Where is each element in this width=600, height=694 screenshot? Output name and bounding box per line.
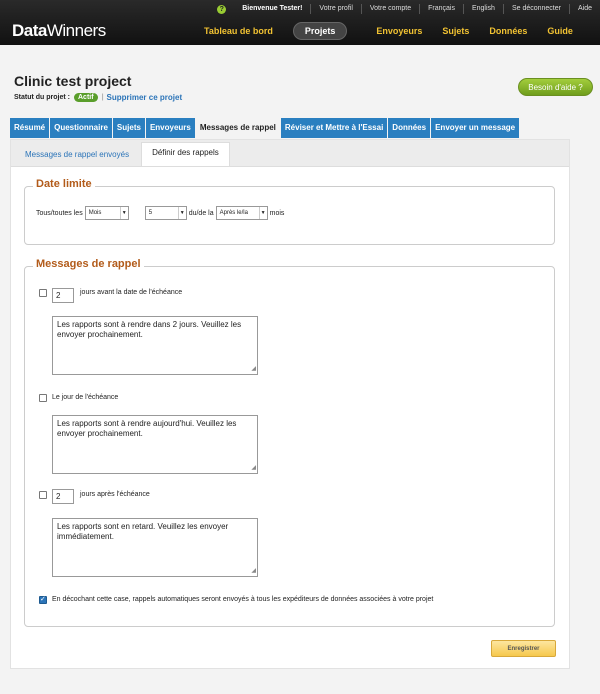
top-bar: ? Bienvenue Tester! Votre profil Votre c… [0, 0, 600, 45]
account-link[interactable]: Votre compte [360, 4, 419, 14]
tab-review-test[interactable]: Réviser et Mettre à l'Essai [280, 118, 388, 138]
before-deadline-checkbox[interactable] [39, 289, 47, 297]
period-value: Mois [88, 210, 102, 216]
help-icon[interactable]: ? [217, 4, 227, 14]
nav-projects[interactable]: Projets [292, 22, 348, 40]
delete-project-link[interactable]: Supprimer ce projet [107, 93, 183, 102]
status-separator: | [101, 94, 104, 101]
relation-value: Après le/la [219, 210, 248, 216]
before-deadline-message[interactable]: Les rapports sont à rendre dans 2 jours.… [52, 316, 258, 375]
main-nav: Tableau de bord Projets Envoyeurs Sujets… [204, 22, 593, 40]
welcome-text: Bienvenue Tester! [242, 5, 303, 12]
deadline-prefix: Tous/toutes les [36, 209, 83, 217]
save-button[interactable]: Enregistrer [491, 640, 556, 657]
logo-light: Winners [46, 21, 106, 40]
english-link[interactable]: English [462, 4, 503, 14]
deadline-legend: Date limite [33, 178, 95, 190]
nav-data[interactable]: Données [489, 26, 527, 36]
before-deadline-label: jours avant la date de l'échéance [80, 289, 183, 296]
logo-bold: Data [12, 21, 47, 40]
logout-link[interactable]: Se déconnecter [502, 4, 569, 14]
tab-summary[interactable]: Résumé [10, 118, 50, 138]
nav-dashboard[interactable]: Tableau de bord [204, 26, 273, 36]
nav-guide[interactable]: Guide [547, 26, 573, 36]
subtabs: Messages de rappel envoyés Définir des r… [11, 140, 569, 167]
reminders-legend: Messages de rappel [33, 258, 144, 270]
chevron-down-icon: ▼ [177, 207, 186, 219]
deadline-middle: du/de la [188, 209, 214, 217]
help-link[interactable]: Aide [568, 4, 600, 14]
chevron-down-icon: ▼ [258, 207, 267, 219]
tab-reminders[interactable]: Messages de rappel [195, 116, 280, 138]
day-value: 5 [148, 210, 153, 216]
after-deadline-message[interactable]: Les rapports sont en retard. Veuillez le… [52, 518, 258, 577]
utility-links: ? Bienvenue Tester! Votre profil Votre c… [217, 3, 600, 15]
days-before-input[interactable]: 2 [52, 288, 74, 303]
subtab-define-reminders[interactable]: Définir des rappels [141, 142, 230, 166]
nav-subjects[interactable]: Sujets [442, 26, 469, 36]
after-deadline-label: jours après l'échéance [80, 491, 150, 498]
deadline-fieldset: Date limite Tous/toutes les Mois ▼ 5 ▼ d… [24, 178, 555, 245]
relation-select[interactable]: Après le/la ▼ [215, 206, 268, 220]
tab-senders[interactable]: Envoyeurs [145, 118, 195, 138]
deadline-row: Tous/toutes les Mois ▼ 5 ▼ du/de la Aprè… [36, 206, 284, 220]
auto-reminders-label: En décochant cette case, rappels automat… [52, 596, 434, 603]
chevron-down-icon: ▼ [119, 207, 128, 219]
subtab-sent-reminders[interactable]: Messages de rappel envoyés [15, 144, 139, 166]
days-after-input[interactable]: 2 [52, 489, 74, 504]
deadline-suffix: mois [269, 209, 285, 217]
auto-reminders-checkbox[interactable] [39, 595, 47, 604]
project-tabs: Résumé Questionnaire Sujets Envoyeurs Me… [10, 116, 520, 138]
tab-subjects[interactable]: Sujets [112, 118, 145, 138]
day-select[interactable]: 5 ▼ [144, 206, 187, 220]
profile-link[interactable]: Votre profil [310, 4, 360, 14]
app-logo[interactable]: DataWinners [12, 21, 106, 41]
project-status: Statut du projet : Actif | Supprimer ce … [14, 93, 182, 102]
nav-senders[interactable]: Envoyeurs [376, 26, 422, 36]
tab-questionnaire[interactable]: Questionnaire [50, 118, 112, 138]
need-help-button[interactable]: Besoin d'aide ? [518, 78, 593, 96]
after-deadline-checkbox[interactable] [39, 491, 47, 499]
status-label: Statut du projet : [14, 94, 70, 101]
french-link[interactable]: Français [419, 4, 463, 14]
on-deadline-message[interactable]: Les rapports sont à rendre aujourd'hui. … [52, 415, 258, 474]
status-badge: Actif [74, 93, 98, 102]
on-deadline-checkbox[interactable] [39, 394, 47, 402]
period-select[interactable]: Mois ▼ [84, 206, 129, 220]
tab-send-message[interactable]: Envoyer un message [431, 118, 520, 138]
on-deadline-label: Le jour de l'échéance [52, 394, 119, 401]
tab-data[interactable]: Données [388, 118, 431, 138]
project-title: Clinic test project [14, 73, 132, 89]
